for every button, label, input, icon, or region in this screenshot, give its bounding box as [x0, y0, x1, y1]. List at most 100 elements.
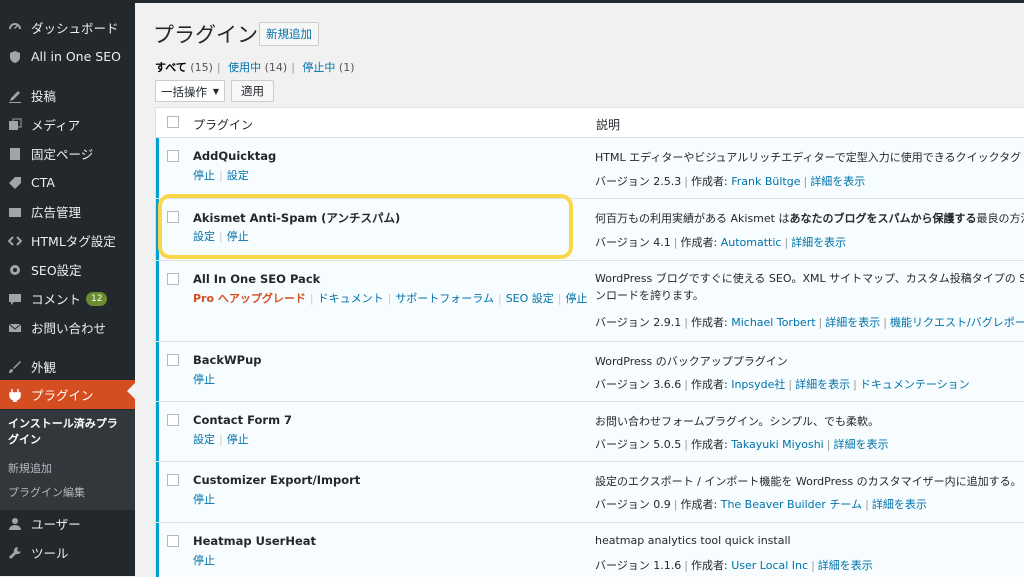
- view-details-link[interactable]: 詳細を表示: [818, 559, 873, 572]
- description-bold-text: あなたのブログをスパムから保護する: [789, 212, 977, 225]
- sidebar-item-pages[interactable]: 固定ページ: [0, 139, 135, 168]
- meta-separator: |: [788, 378, 793, 391]
- row-checkbox[interactable]: [167, 535, 179, 547]
- meta-separator: |: [684, 438, 688, 451]
- author-link[interactable]: The Beaver Builder チーム: [721, 498, 862, 511]
- deactivate-link[interactable]: 停止: [193, 493, 215, 506]
- sidebar-item-label: CTA: [31, 175, 55, 190]
- plugin-description: 何百万もの利用実績がある Akismet はあなたのブログをスパムから保護する最…: [595, 210, 1024, 226]
- row-actions: 停止: [193, 491, 215, 507]
- sidebar-item-tools[interactable]: ツール: [0, 538, 135, 567]
- select-all-checkbox[interactable]: [167, 116, 179, 128]
- sidebar-item-appearance[interactable]: 外観: [0, 352, 135, 381]
- sidebar-item-users[interactable]: ユーザー: [0, 509, 135, 538]
- plugin-meta: バージョン 3.6.6 | 作成者: Inpsyde社 | 詳細を表示 | ドキュメンテーシ…: [595, 376, 1024, 392]
- sidebar-item-seo-settings[interactable]: SEO設定: [0, 255, 135, 284]
- sidebar-item-ads[interactable]: 広告管理: [0, 197, 135, 226]
- action-separator: |: [557, 292, 562, 305]
- meta-separator: |: [826, 438, 831, 451]
- plugin-name: Customizer Export/Import: [193, 473, 361, 487]
- author-link[interactable]: Automattic: [721, 236, 782, 249]
- deactivate-link[interactable]: 停止: [193, 373, 215, 386]
- deactivate-link[interactable]: 停止: [566, 292, 588, 305]
- author-link[interactable]: User Local Inc: [731, 559, 808, 572]
- sidebar-item-all-in-one-seo[interactable]: All in One SEO: [0, 42, 135, 71]
- author-label: 作成者:: [691, 175, 728, 188]
- sidebar-item-label: 広告管理: [31, 205, 82, 220]
- plugin-description: HTML エディターやビジュアルリッチエディターで定型入力に使用できるクイックタ…: [595, 151, 1022, 164]
- settings-link[interactable]: 設定: [227, 169, 249, 182]
- row-checkbox[interactable]: [167, 211, 179, 223]
- deactivate-link[interactable]: 停止: [193, 554, 215, 567]
- settings-link[interactable]: 設定: [193, 433, 215, 446]
- view-details-link[interactable]: 詳細を表示: [795, 378, 850, 391]
- filter-inactive[interactable]: 停止中: [302, 61, 335, 74]
- author-link[interactable]: Michael Torbert: [731, 316, 815, 329]
- table-header: プラグイン 説明: [156, 108, 1024, 138]
- view-details-link[interactable]: 詳細を表示: [810, 175, 865, 188]
- plugins-submenu: インストール済みプラグイン 新規追加 プラグイン編集: [0, 410, 135, 510]
- row-actions: 停止 | 設定: [193, 167, 249, 183]
- bulk-action-select[interactable]: 一括操作 ▼: [155, 80, 225, 102]
- row-checkbox[interactable]: [167, 150, 179, 162]
- author-label: 作成者:: [691, 378, 728, 391]
- wrench-icon: [8, 546, 22, 560]
- documentation-link[interactable]: ドキュメンテーション: [860, 378, 970, 391]
- author-link[interactable]: Frank Bültge: [731, 175, 800, 188]
- version-value: 0.9: [653, 498, 671, 511]
- filter-active[interactable]: 使用中: [228, 61, 261, 74]
- view-details-link[interactable]: 詳細を表示: [833, 438, 888, 451]
- sidebar-item-media[interactable]: メディア: [0, 110, 135, 139]
- row-checkbox[interactable]: [167, 354, 179, 366]
- code-icon: [8, 234, 22, 248]
- apply-button[interactable]: 適用: [231, 80, 274, 102]
- author-link[interactable]: Inpsyde社: [731, 378, 785, 391]
- description-text: 何百万もの利用実績がある Akismet は: [595, 212, 790, 225]
- add-new-button[interactable]: 新規追加: [259, 22, 319, 46]
- sidebar-item-cta[interactable]: CTA: [0, 168, 135, 197]
- plugin-meta: バージョン 5.0.5 | 作成者: Takayuki Miyoshi | 詳細を表示: [595, 436, 1024, 452]
- row-actions: 停止: [193, 552, 215, 568]
- submenu-plugin-editor[interactable]: プラグイン編集: [8, 484, 85, 500]
- row-checkbox[interactable]: [167, 273, 179, 285]
- feature-request-link[interactable]: 機能リクエスト/バグレポート: [890, 316, 1024, 329]
- plugin-description: お問い合わせフォームプラグイン。シンプル、でも柔軟。: [595, 415, 880, 428]
- deactivate-link[interactable]: 停止: [227, 433, 249, 446]
- sidebar-item-label: SEO設定: [31, 263, 82, 278]
- view-details-link[interactable]: 詳細を表示: [872, 498, 927, 511]
- sidebar-item-plugins[interactable]: プラグイン: [0, 380, 135, 409]
- user-icon: [8, 517, 22, 531]
- view-details-link[interactable]: 詳細を表示: [825, 316, 880, 329]
- submenu-add-new[interactable]: 新規追加: [8, 460, 52, 476]
- author-label: 作成者:: [680, 236, 718, 249]
- author-link[interactable]: Takayuki Miyoshi: [731, 438, 824, 451]
- seo-settings-link[interactable]: SEO 設定: [506, 292, 554, 305]
- filter-separator: |: [216, 61, 221, 74]
- author-label: 作成者:: [691, 559, 728, 572]
- sidebar-item-contact[interactable]: お問い合わせ: [0, 313, 135, 342]
- filter-all[interactable]: すべて: [155, 61, 187, 74]
- admin-top-bar: [0, 0, 1024, 3]
- bulk-action-selected: 一括操作: [161, 85, 207, 99]
- row-checkbox[interactable]: [167, 474, 179, 486]
- sidebar-item-dashboard[interactable]: ダッシュボード: [0, 13, 135, 42]
- submenu-installed-plugins[interactable]: インストール済みプラグイン: [8, 416, 128, 448]
- support-forum-link[interactable]: サポートフォーラム: [395, 292, 494, 305]
- row-checkbox[interactable]: [167, 414, 179, 426]
- documentation-link[interactable]: ドキュメント: [318, 292, 384, 305]
- action-separator: |: [309, 292, 314, 305]
- row-actions: 停止: [193, 371, 215, 387]
- upgrade-pro-link[interactable]: Pro へアップグレード: [193, 292, 306, 305]
- sidebar-item-posts[interactable]: 投稿: [0, 81, 135, 110]
- deactivate-link[interactable]: 停止: [227, 230, 249, 243]
- sidebar-item-html-tags[interactable]: HTMLタグ設定: [0, 226, 135, 255]
- settings-link[interactable]: 設定: [193, 230, 215, 243]
- deactivate-link[interactable]: 停止: [193, 169, 215, 182]
- sidebar-item-label: ダッシュボード: [31, 21, 119, 36]
- version-label: バージョン: [595, 316, 650, 329]
- meta-separator: |: [684, 175, 688, 188]
- view-details-link[interactable]: 詳細を表示: [791, 236, 846, 249]
- plugin-name: All In One SEO Pack: [193, 272, 321, 286]
- action-separator: |: [497, 292, 502, 305]
- sidebar-item-comments[interactable]: コメント 12: [0, 284, 135, 313]
